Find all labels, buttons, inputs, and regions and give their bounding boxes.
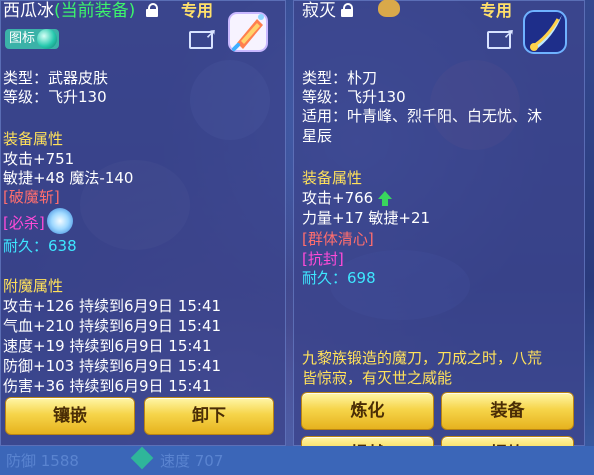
attr-value: 攻击+766 (302, 189, 374, 207)
attr-line: 攻击+751 (3, 150, 75, 168)
background-defense-text: 防御 1588 (6, 452, 79, 470)
current-equipment-panel: 西瓜冰(当前装备) 专用 图标 ➚ 类型：武器皮肤 等级：飞升130 装备属性 … (0, 0, 286, 446)
special-effect: [群体清心] (302, 230, 374, 248)
enchant-line: 防御+103 持续到6月9日 15:41 (3, 357, 222, 375)
equip-button[interactable]: 装备 (441, 392, 574, 430)
ice-popsicle-icon (223, 7, 273, 57)
enchant-line: 伤害+36 持续到6月9日 15:41 (3, 377, 212, 395)
enchant-line: 气血+210 持续到6月9日 15:41 (3, 317, 222, 335)
equipment-name: 西瓜冰 (3, 1, 54, 21)
suitable-text: 适用：叶青峰、烈千阳、白无忧、沐 (302, 107, 543, 125)
skill-text: [必杀] (3, 214, 45, 232)
background-speed-text: 速度 707 (160, 452, 224, 470)
compare-equipment-panel: 寂灭 专用 ➚ 类型：朴刀 等级：飞升130 适用：叶青峰、烈千阳、白无忧、沐 … (293, 0, 585, 472)
attr-header: 装备属性 (3, 130, 64, 148)
refine-button[interactable]: 炼化 (301, 392, 434, 430)
description-text: 九黎族锻造的魔刀，刀成之时，八荒 (302, 349, 543, 367)
badge-icon (378, 0, 400, 17)
attr-line-attack: 攻击+766 (302, 189, 392, 208)
saber-icon (520, 7, 570, 57)
attr-line: 力量+17 敏捷+21 (302, 209, 431, 227)
enchant-line: 攻击+126 持续到6月9日 15:41 (3, 297, 222, 315)
current-equipment-tag: (当前装备) (54, 1, 136, 21)
lock-icon[interactable] (341, 3, 353, 17)
attr-header: 装备属性 (302, 169, 363, 187)
share-icon[interactable]: ➚ (189, 27, 217, 49)
enchant-line: 速度+19 持续到6月9日 15:41 (3, 337, 212, 355)
description-text-cont: 皆惊寂，有灭世之威能 (302, 369, 453, 387)
inlay-button[interactable]: 镶嵌 (5, 397, 135, 435)
enchant-header: 附魔属性 (3, 277, 64, 295)
exclusive-label: 专用 (181, 1, 214, 20)
equipment-title: 西瓜冰(当前装备) (3, 1, 135, 21)
level-text: 等级：飞升130 (302, 88, 406, 106)
suitable-text-cont: 星辰 (302, 127, 333, 145)
type-text: 类型：朴刀 (302, 69, 378, 87)
type-text: 类型：武器皮肤 (3, 69, 109, 87)
icon-toggle[interactable]: 图标 (5, 29, 60, 49)
equipment-name: 寂灭 (302, 1, 336, 21)
attr-line: 敏捷+48 魔法-140 (3, 169, 134, 187)
orb-icon (37, 29, 58, 49)
level-text: 等级：飞升130 (3, 88, 107, 106)
special-effect-2: [抗封] (302, 250, 344, 268)
skill-swirl-icon[interactable] (47, 208, 73, 234)
share-icon[interactable]: ➚ (487, 27, 515, 49)
durability-text: 耐久：638 (3, 237, 77, 255)
unequip-button[interactable]: 卸下 (144, 397, 274, 435)
background-stat-strip: 防御 1588 速度 707 (0, 446, 594, 475)
lock-icon[interactable] (146, 3, 158, 17)
icon-toggle-label: 图标 (9, 31, 36, 46)
durability-text: 耐久：698 (302, 269, 376, 287)
up-arrow-icon (377, 190, 392, 207)
special-effect: [破魔斩] (3, 188, 60, 206)
exclusive-label: 专用 (480, 1, 513, 20)
diamond-chip-icon (130, 446, 154, 470)
